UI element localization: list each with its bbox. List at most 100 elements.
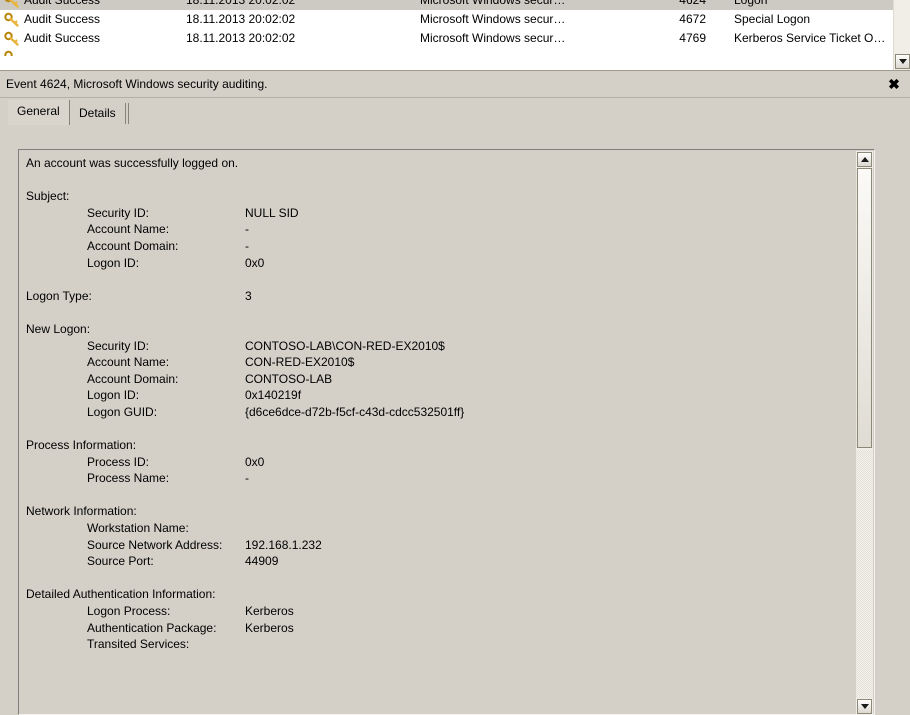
field-label: Security ID: — [87, 205, 150, 220]
field-label: Logon ID: — [87, 388, 140, 403]
cell-task-category: Logon — [734, 0, 768, 7]
description-line: Security ID: NULL SID — [26, 205, 846, 222]
event-detail-pane: Event 4624, Microsoft Windows security a… — [0, 70, 910, 715]
description-line: Detailed Authentication Information: — [26, 586, 846, 603]
table-row[interactable]: Audit Success 18.11.2013 20:02:02 Micros… — [0, 10, 893, 29]
description-line: Subject: — [26, 188, 846, 205]
cell-level: Audit Success — [24, 31, 101, 45]
field-label: Logon ID: — [87, 255, 140, 270]
tab-general[interactable]: General — [8, 100, 70, 125]
tab-details[interactable]: Details — [70, 103, 126, 124]
field-value: NULL SID — [245, 205, 299, 220]
field-label: Authentication Package: — [87, 620, 217, 635]
field-label: Logon Process: — [87, 604, 171, 619]
cell-level: Audit Success — [24, 12, 101, 26]
field-label: Process ID: — [87, 454, 150, 469]
table-row[interactable] — [0, 48, 893, 56]
field-value: Kerberos — [245, 620, 294, 635]
field-label: Logon GUID: — [87, 404, 158, 419]
cell-source: Microsoft Windows secur… — [420, 0, 566, 7]
chevron-up-icon — [860, 157, 869, 162]
event-list-scrollbar[interactable] — [893, 0, 910, 70]
tab-strip-divider — [128, 103, 129, 124]
scrollbar-track-lower[interactable] — [856, 450, 873, 698]
cell-level: Audit Success — [24, 0, 101, 7]
cell-date: 18.11.2013 20:02:02 — [186, 12, 296, 26]
table-row[interactable]: Audit Success 18.11.2013 20:02:02 Micros… — [0, 0, 893, 10]
description-line: Logon ID: 0x140219f — [26, 387, 846, 404]
field-value: 0x140219f — [245, 388, 302, 403]
table-row[interactable]: Audit Success 18.11.2013 20:02:02 Micros… — [0, 29, 893, 48]
detail-scrollbar[interactable] — [856, 151, 873, 714]
scroll-down-button[interactable] — [895, 54, 910, 69]
cell-task-category: Kerberos Service Ticket O… — [734, 31, 886, 45]
cell-source: Microsoft Windows secur… — [420, 12, 566, 26]
field-label: Logon Type: — [26, 288, 92, 303]
field-value: - — [245, 222, 249, 237]
field-label: Account Name: — [87, 222, 170, 237]
field-label: Source Network Address: — [87, 537, 223, 552]
description-line: Process Information: — [26, 437, 846, 454]
description-line: Security ID: CONTOSO-LAB\CON-RED-EX2010$ — [26, 338, 846, 355]
field-label: Detailed Authentication Information: — [26, 587, 216, 602]
field-value: 0x0 — [245, 454, 265, 469]
event-list[interactable]: Audit Success Audit Success 18.11.2013 2… — [0, 0, 910, 70]
cell-task-category: Special Logon — [734, 12, 811, 26]
field-value: {d6ce6dce-d72b-f5cf-c43d-cdcc532501ff} — [245, 404, 465, 419]
event-description-text: An account was successfully logged on. Su… — [26, 155, 846, 653]
description-line: Logon GUID: {d6ce6dce-d72b-f5cf-c43d-cdcc… — [26, 404, 846, 421]
description-line: Authentication Package: Kerberos — [26, 620, 846, 637]
field-label: Account Domain: — [87, 371, 179, 386]
event-list-viewport[interactable]: Audit Success Audit Success 18.11.2013 2… — [0, 0, 893, 70]
page-title: Event 4624, Microsoft Windows security a… — [6, 77, 268, 91]
description-line: Process ID: 0x0 — [26, 454, 846, 471]
description-line: Source Network Address: 192.168.1.232 — [26, 537, 846, 554]
field-value: - — [245, 471, 249, 486]
key-icon — [4, 12, 20, 28]
description-line: Transited Services: — [26, 636, 846, 653]
field-label: Process Information: — [26, 438, 137, 453]
scroll-down-button[interactable] — [857, 699, 872, 714]
description-line: Logon Type: 3 — [26, 288, 846, 305]
description-line: Source Port: 44909 — [26, 553, 846, 570]
scroll-up-button[interactable] — [857, 152, 872, 167]
field-value: 0x0 — [245, 255, 265, 270]
cell-event-id: 4672 — [679, 12, 706, 26]
field-value: 3 — [245, 288, 252, 303]
key-icon — [4, 50, 20, 56]
close-icon[interactable]: ✖ — [884, 74, 904, 94]
field-label: An account was successfully logged on. — [26, 156, 239, 170]
field-label: Account Name: — [87, 355, 170, 370]
field-value: - — [245, 238, 249, 253]
description-line: Process Name: - — [26, 470, 846, 487]
description-line: An account was successfully logged on. — [26, 155, 846, 172]
description-line: Network Information: — [26, 503, 846, 520]
description-line: Logon Process: Kerberos — [26, 603, 846, 620]
field-value: CONTOSO-LAB — [245, 371, 333, 386]
field-value: 192.168.1.232 — [245, 537, 322, 552]
description-line: New Logon: — [26, 321, 846, 338]
field-label: Workstation Name: — [87, 521, 189, 536]
event-description-box[interactable]: An account was successfully logged on. Su… — [18, 149, 875, 715]
cell-event-id: 4769 — [679, 31, 706, 45]
key-icon — [4, 31, 20, 47]
field-label: Network Information: — [26, 504, 137, 519]
field-value: Kerberos — [245, 604, 294, 619]
description-line: Workstation Name: — [26, 520, 846, 537]
scrollbar-thumb[interactable] — [857, 168, 872, 448]
field-label: Subject: — [26, 189, 70, 204]
description-line: Logon ID: 0x0 — [26, 255, 846, 272]
cell-date: 18.11.2013 20:02:02 — [186, 31, 296, 45]
chevron-down-icon — [898, 59, 907, 64]
cell-event-id: 4624 — [679, 0, 706, 7]
cell-source: Microsoft Windows secur… — [420, 31, 566, 45]
description-line: Account Name: CON-RED-EX2010$ — [26, 354, 846, 371]
description-line: Account Domain: CONTOSO-LAB — [26, 371, 846, 388]
field-value: CON-RED-EX2010$ — [245, 355, 355, 370]
